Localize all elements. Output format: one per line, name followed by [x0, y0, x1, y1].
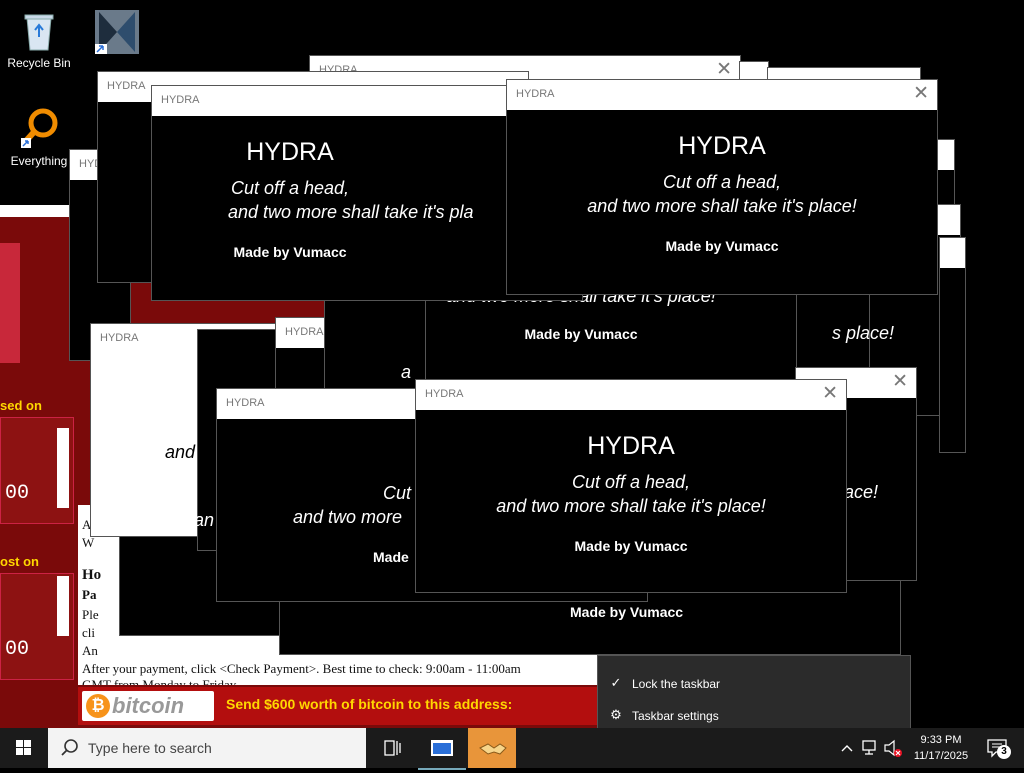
instruction-heading: Ho [82, 567, 102, 583]
made-by: Made by Vumacc [524, 326, 638, 342]
menu-item-label: Lock the taskbar [632, 677, 721, 691]
slogan-line-fragment: and two more shall take it's pla [228, 202, 474, 222]
clock-date: 11/17/2025 [913, 750, 969, 762]
taskbar-app-handshake[interactable] [468, 728, 516, 768]
send-bitcoin-text: Send $600 worth of bitcoin to this addre… [226, 696, 513, 712]
menu-item-label: Taskbar settings [632, 709, 719, 723]
tray-network[interactable] [860, 728, 882, 768]
hydra-heading: HYDRA [587, 432, 675, 460]
task-view-icon [384, 740, 401, 756]
slogan-line-fragment: a [401, 362, 412, 382]
made-by: Made by Vumacc [233, 244, 347, 260]
close-icon[interactable]: ✕ [892, 371, 908, 393]
menu-item-taskbar-settings[interactable]: ⚙ Taskbar settings [598, 700, 910, 730]
recycle-bin-icon [17, 8, 61, 52]
bitcoin-bar: bitcoin Send $600 worth of bitcoin to th… [78, 687, 608, 725]
slogan-line-2: and two more shall take it's place! [496, 496, 766, 516]
notification-center-button[interactable]: 3 [980, 728, 1020, 768]
hydra-window[interactable] [939, 237, 966, 453]
gear-icon: ⚙ [610, 707, 622, 722]
clock-time: 9:33 PM [920, 734, 962, 746]
window-title: HYDRA [285, 326, 324, 338]
desktop-icon-video-app[interactable] [82, 8, 152, 60]
instruction-line: A [82, 517, 92, 532]
instruction-line: cli [82, 625, 95, 640]
slogan-line-fragment: an [194, 510, 215, 530]
menu-item-lock-taskbar[interactable]: ✓ Lock the taskbar [598, 668, 910, 698]
close-icon[interactable]: ✕ [913, 83, 929, 105]
search-icon [61, 739, 78, 756]
slogan-line-2: and two more shall take it's place! [587, 196, 857, 216]
network-icon [862, 740, 876, 755]
hydra-heading: HYDRA [246, 138, 334, 166]
check-icon: ✓ [610, 675, 622, 690]
ransom-label-lost: ost on [0, 554, 39, 569]
bitcoin-logo: bitcoin [82, 691, 214, 721]
windows-logo-icon [16, 740, 31, 755]
slogan-line-1: Cut off a head, [662, 172, 782, 192]
slogan-line-fragment: s place! [832, 323, 895, 343]
made-by-fragment: Made by Vumacc [570, 604, 684, 620]
taskbar-app-window[interactable] [418, 728, 466, 770]
window-title: HYDRA [107, 80, 146, 92]
made-by: Made by Vumacc [665, 238, 779, 254]
ransom-counter-2: 00 [5, 638, 30, 661]
slogan-line-1: Cut off a head, [230, 178, 350, 198]
tray-chevron[interactable] [838, 728, 856, 768]
ransom-counter-1: 00 [5, 482, 30, 505]
window-title: HYDRA [516, 88, 555, 100]
slogan-line-fragment: ace! [844, 482, 879, 502]
made-by: Made by Vumacc [574, 538, 688, 554]
desktop-icon-label: Recycle Bin [7, 56, 71, 70]
notification-count-badge: 3 [997, 745, 1011, 759]
desktop-icon-recycle-bin[interactable]: Recycle Bin [4, 8, 74, 70]
made-by-fragment: Made [373, 549, 409, 565]
volume-muted-icon [884, 739, 902, 757]
window-title: HYDRA [226, 397, 265, 409]
taskbar-clock[interactable]: 9:33 PM 11/17/2025 [906, 732, 976, 764]
instruction-line: W [82, 535, 95, 550]
window-title: HYDRA [161, 94, 200, 106]
close-icon[interactable]: ✕ [716, 59, 732, 81]
app-window-icon [431, 740, 453, 756]
slogan-line-1: Cut off a head, [571, 472, 691, 492]
hydra-window[interactable]: HYDRA ✕ HYDRA Cut off a head, and two mor… [506, 79, 938, 295]
window-title: HYDRA [425, 388, 464, 400]
task-view-button[interactable] [368, 728, 416, 768]
hydra-window[interactable]: HYDRA ✕ HYDRA Cut off a head, and two mor… [415, 379, 847, 593]
taskbar: Type here to search 9:33 PM 11/17/2025 3 [0, 728, 1024, 770]
handshake-icon [479, 743, 507, 755]
instruction-line: An [82, 643, 98, 658]
ransom-label-raised: sed on [0, 398, 42, 413]
instruction-line: After your payment, click <Check Payment… [82, 661, 521, 676]
slogan-line-fragment: Cut [383, 483, 412, 503]
window-title: HYDRA [100, 332, 139, 344]
start-button[interactable] [0, 728, 48, 768]
chevron-up-icon [841, 745, 853, 752]
taskbar-search[interactable]: Type here to search [48, 728, 366, 768]
close-icon[interactable]: ✕ [822, 383, 838, 405]
instruction-line: Ple [82, 607, 99, 622]
slogan-line-fragment: and two more [293, 507, 403, 527]
search-placeholder: Type here to search [88, 740, 212, 756]
tray-volume[interactable] [882, 728, 904, 768]
hydra-heading: HYDRA [678, 132, 766, 160]
instruction-line: Pa [82, 587, 97, 602]
hydra-window[interactable]: HYDRA [275, 317, 327, 391]
film-icon [93, 8, 141, 56]
instruction-line: GMT from Monday to Friday. [82, 677, 239, 685]
